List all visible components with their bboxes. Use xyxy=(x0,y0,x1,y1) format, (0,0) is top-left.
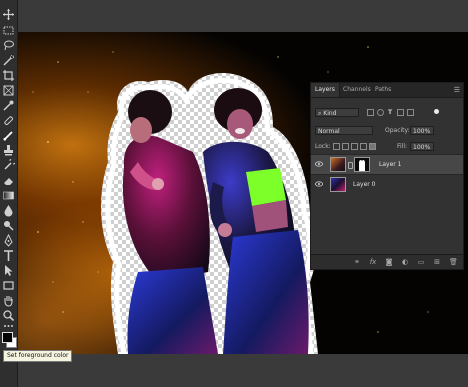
layer-1-mask-thumbnail[interactable] xyxy=(354,157,370,172)
more-tools-icon[interactable] xyxy=(2,322,15,330)
visibility-eye-icon[interactable] xyxy=(315,161,323,167)
filter-row: ⌕ Kind T xyxy=(311,107,463,118)
tab-channels[interactable]: Channels xyxy=(339,83,375,97)
mask-icon[interactable]: ◙ xyxy=(385,258,393,266)
layer-row-layer-1[interactable]: Layer 1 xyxy=(311,154,463,175)
filter-adjustment-icon[interactable] xyxy=(377,109,384,116)
lock-transparent-icon[interactable] xyxy=(333,143,340,150)
lock-artboard-icon[interactable] xyxy=(360,143,367,150)
blur-tool-icon[interactable] xyxy=(2,204,15,217)
frame-tool-icon[interactable] xyxy=(2,84,15,97)
quick-select-tool-icon[interactable] xyxy=(2,54,15,67)
healing-brush-tool-icon[interactable] xyxy=(2,114,15,127)
clone-stamp-tool-icon[interactable] xyxy=(2,144,15,157)
adjustment-icon[interactable]: ◐ xyxy=(401,258,409,266)
lock-label: Lock: xyxy=(315,143,331,150)
blend-mode-select[interactable]: Normal xyxy=(315,126,373,135)
visibility-eye-icon[interactable] xyxy=(315,181,323,187)
lasso-tool-icon[interactable] xyxy=(2,39,15,52)
hand-tool-icon[interactable] xyxy=(2,294,15,307)
panel-tabs: Layers Channels Paths ☰ xyxy=(311,83,463,98)
filter-kind-label: Kind xyxy=(323,110,337,117)
layers-panel: Layers Channels Paths ☰ ⌕ Kind T Normal … xyxy=(310,82,464,270)
rectangle-tool-icon[interactable] xyxy=(2,279,15,292)
layer-name[interactable]: Layer 1 xyxy=(379,161,401,169)
filter-shape-icon[interactable] xyxy=(397,109,404,116)
filter-toggle-icon[interactable] xyxy=(434,109,439,114)
filter-pixel-icon[interactable] xyxy=(367,109,374,116)
fx-icon[interactable]: fx xyxy=(369,258,377,266)
lock-all-icon[interactable] xyxy=(369,143,376,150)
filter-kind-select[interactable]: ⌕ Kind xyxy=(315,108,359,117)
marquee-tool-icon[interactable] xyxy=(2,24,15,37)
trash-icon[interactable]: 🗑 xyxy=(449,258,458,266)
move-tool-icon[interactable] xyxy=(2,8,15,21)
link-icon[interactable]: ⚭ xyxy=(353,258,361,266)
tab-paths[interactable]: Paths xyxy=(371,83,395,97)
layer-0-thumbnail xyxy=(330,177,346,192)
new-layer-icon[interactable]: ⊞ xyxy=(433,258,441,266)
filter-type-icon[interactable]: T xyxy=(388,108,392,117)
layers-panel-footer: ⚭ fx ◙ ◐ ▭ ⊞ 🗑 xyxy=(311,254,463,269)
layer-row-layer-0[interactable]: Layer 0 xyxy=(311,174,463,195)
tab-layers[interactable]: Layers xyxy=(311,83,340,97)
dodge-tool-icon[interactable] xyxy=(2,219,15,232)
lock-position-icon[interactable] xyxy=(351,143,358,150)
type-tool-icon[interactable] xyxy=(2,249,15,262)
history-brush-tool-icon[interactable] xyxy=(2,159,15,172)
panel-menu-icon[interactable]: ☰ xyxy=(454,83,460,97)
opacity-field[interactable]: 100% xyxy=(410,126,434,135)
pen-tool-icon[interactable] xyxy=(2,234,15,247)
crop-tool-icon[interactable] xyxy=(2,69,15,82)
filter-smart-object-icon[interactable] xyxy=(407,109,414,116)
fill-field[interactable]: 100% xyxy=(410,142,434,151)
lock-row: Lock: Fill: 100% xyxy=(311,141,463,152)
path-select-tool-icon[interactable] xyxy=(2,264,15,277)
eyedropper-tool-icon[interactable] xyxy=(2,99,15,112)
foreground-color-tooltip: Set foreground color xyxy=(3,350,73,362)
mask-link-icon[interactable] xyxy=(348,162,353,169)
eraser-tool-icon[interactable] xyxy=(2,174,15,187)
lock-pixels-icon[interactable] xyxy=(342,143,349,150)
fill-label: Fill: xyxy=(397,143,408,150)
foreground-color-swatch[interactable] xyxy=(2,332,13,343)
opacity-label: Opacity: xyxy=(385,127,410,134)
layer-name[interactable]: Layer 0 xyxy=(353,181,375,189)
tools-panel xyxy=(0,0,18,387)
blend-row: Normal Opacity: 100% xyxy=(311,125,463,136)
brush-tool-icon[interactable] xyxy=(2,129,15,142)
gradient-tool-icon[interactable] xyxy=(2,189,15,202)
layer-1-thumbnail xyxy=(330,157,346,172)
folder-icon[interactable]: ▭ xyxy=(417,258,425,266)
zoom-tool-icon[interactable] xyxy=(2,309,15,322)
